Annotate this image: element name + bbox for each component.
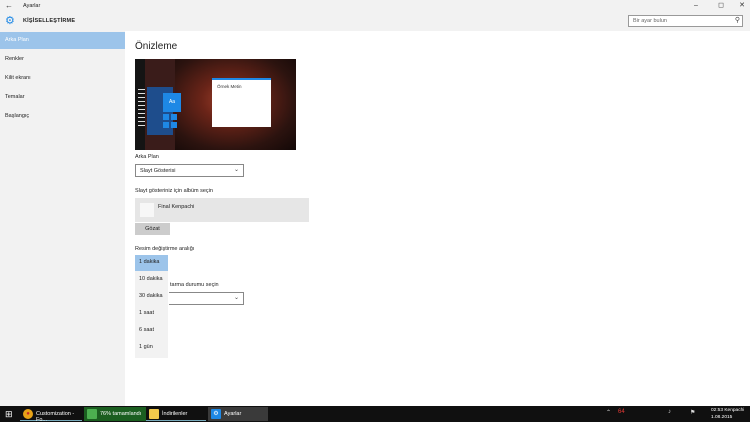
fit-select[interactable]: ⌄ bbox=[169, 292, 244, 305]
background-preview: Aa Örnek Metin bbox=[135, 59, 296, 150]
interval-dropdown[interactable]: 1 dakika 10 dakika 30 dakika 1 saat 6 sa… bbox=[135, 255, 168, 358]
main-content: Önizleme Aa Örnek Metin Arka Plan Slayt … bbox=[125, 31, 750, 406]
interval-option[interactable]: 30 dakika bbox=[135, 289, 168, 305]
page-title: KİŞİSELLEŞTİRME bbox=[23, 18, 76, 24]
chevron-down-icon: ⌄ bbox=[233, 167, 239, 173]
gear-icon: ⚙ bbox=[5, 15, 15, 27]
app-header: ⚙ KİŞİSELLEŞTİRME Bir ayar bulun ⚲ bbox=[0, 13, 750, 31]
maximize-button[interactable]: ◻ bbox=[713, 0, 729, 13]
taskbar-item-label: Customization - Fo... bbox=[36, 411, 75, 422]
taskbar-item-browser[interactable]: ● Customization - Fo... bbox=[20, 407, 82, 422]
search-icon[interactable]: ⚲ bbox=[735, 16, 740, 24]
search-placeholder: Bir ayar bulun bbox=[633, 18, 667, 24]
preview-window: Örnek Metin bbox=[212, 78, 271, 127]
preview-tile bbox=[171, 114, 177, 120]
sidebar-item-lock-screen[interactable]: Kilit ekranı bbox=[0, 70, 125, 87]
taskbar-item-settings[interactable]: ⚙ Ayarlar bbox=[208, 407, 268, 421]
album-name: Final Kenpachi bbox=[158, 204, 195, 210]
preview-menu-lines bbox=[138, 89, 147, 135]
folder-icon bbox=[149, 409, 159, 419]
taskbar: ⊞ ● Customization - Fo... 76% tamamlandı… bbox=[0, 406, 750, 422]
flag-icon[interactable]: ⚑ bbox=[690, 409, 695, 416]
preview-tile-large: Aa bbox=[163, 93, 181, 112]
chrome-icon: ● bbox=[23, 409, 33, 419]
sidebar-item-themes[interactable]: Temalar bbox=[0, 89, 125, 106]
taskbar-item-label: İndirilenler bbox=[162, 411, 188, 417]
tray-app-icon[interactable]: 64 bbox=[618, 409, 625, 415]
interval-option[interactable]: 1 gün bbox=[135, 340, 168, 356]
album-thumbnail bbox=[140, 203, 154, 217]
taskbar-item-label: 76% tamamlandı bbox=[100, 411, 142, 417]
title-bar: ← Ayarlar – ◻ ✕ bbox=[0, 0, 750, 13]
sidebar-item-colors[interactable]: Renkler bbox=[0, 51, 125, 68]
background-label: Arka Plan bbox=[135, 154, 159, 160]
interval-option[interactable]: 1 dakika bbox=[135, 255, 168, 271]
interval-option[interactable]: 10 dakika bbox=[135, 272, 168, 288]
album-item[interactable]: Final Kenpachi bbox=[135, 198, 309, 222]
preview-tile bbox=[163, 122, 169, 128]
system-clock[interactable]: 02:53 Kenpachi 1.08.2015 bbox=[711, 407, 744, 421]
back-arrow-icon[interactable]: ← bbox=[5, 1, 13, 11]
interval-label: Resim değiştirme aralığı bbox=[135, 246, 195, 252]
tray-chevron-icon[interactable]: ⌃ bbox=[606, 409, 611, 416]
album-label: Slayt gösteriniz için albüm seçin bbox=[135, 188, 213, 194]
taskbar-item-label: Ayarlar bbox=[224, 411, 242, 417]
preview-tile bbox=[163, 114, 169, 120]
search-input[interactable]: Bir ayar bulun ⚲ bbox=[628, 15, 743, 27]
sidebar: Arka Plan Renkler Kilit ekranı Temalar B… bbox=[0, 31, 125, 406]
sidebar-item-start[interactable]: Başlangıç bbox=[0, 108, 125, 125]
chevron-down-icon: ⌄ bbox=[233, 295, 239, 301]
preview-sample-text: Örnek Metin bbox=[217, 84, 242, 89]
windows-start-icon[interactable]: ⊞ bbox=[5, 409, 15, 419]
download-icon bbox=[87, 409, 97, 419]
preview-heading: Önizleme bbox=[135, 41, 178, 52]
background-select-value: Slayt Gösterisi bbox=[140, 168, 176, 174]
clock-time: 02:53 Kenpachi bbox=[711, 408, 745, 413]
interval-option[interactable]: 6 saat bbox=[135, 323, 168, 339]
taskbar-item-downloads-folder[interactable]: İndirilenler bbox=[146, 407, 206, 421]
sidebar-item-background[interactable]: Arka Plan bbox=[0, 32, 125, 49]
settings-icon: ⚙ bbox=[211, 409, 221, 419]
close-button[interactable]: ✕ bbox=[734, 0, 750, 13]
interval-option[interactable]: 1 saat bbox=[135, 306, 168, 322]
volume-icon[interactable]: ♪ bbox=[668, 409, 671, 415]
clock-date: 1.08.2015 bbox=[711, 415, 733, 420]
preview-tile bbox=[171, 122, 177, 128]
minimize-button[interactable]: – bbox=[688, 0, 704, 13]
fit-label: tarma durumu seçin bbox=[170, 282, 219, 288]
taskbar-item-download[interactable]: 76% tamamlandı bbox=[84, 407, 146, 421]
window-title: Ayarlar bbox=[23, 3, 41, 9]
background-select[interactable]: Slayt Gösterisi ⌄ bbox=[135, 164, 244, 177]
browse-button[interactable]: Gözat bbox=[135, 223, 170, 235]
